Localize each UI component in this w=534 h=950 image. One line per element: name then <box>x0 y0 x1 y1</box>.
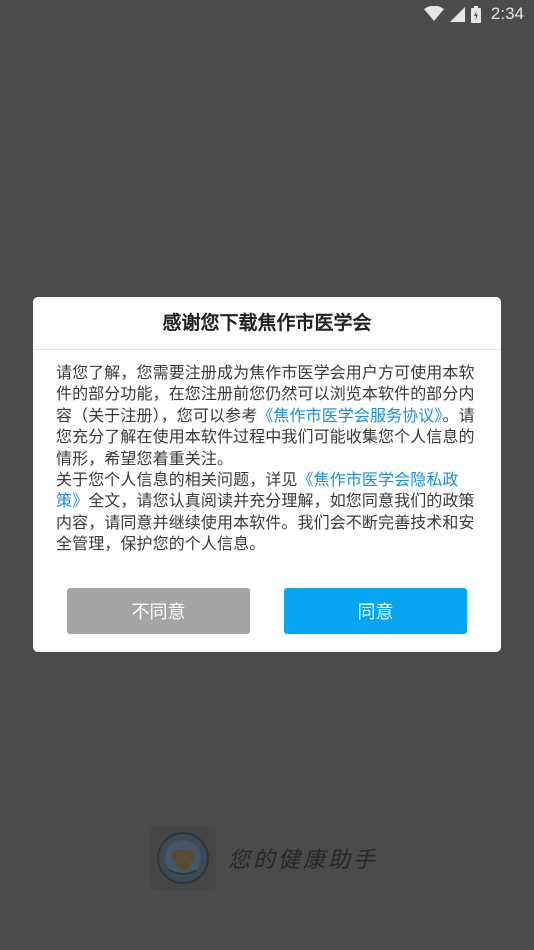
dialog-body: 请您了解，您需要注册成为焦作市医学会用户方可使用本软件的部分功能，在您注册前您仍… <box>33 350 501 555</box>
agree-button[interactable]: 同意 <box>284 588 467 634</box>
dialog-paragraph-2: 关于您个人信息的相关问题，详见《焦作市医学会隐私政策》全文，请您认真阅读并充分理… <box>56 469 479 555</box>
paragraph-2-text-before: 关于您个人信息的相关问题，详见 <box>56 470 298 490</box>
status-time: 2:34 <box>490 4 524 23</box>
dialog-paragraph-1: 请您了解，您需要注册成为焦作市医学会用户方可使用本软件的部分功能，在您注册前您仍… <box>56 362 479 469</box>
status-bar: 2:34 <box>0 0 534 28</box>
service-agreement-link[interactable]: 《焦作市医学会服务协议》 <box>257 406 442 425</box>
battery-icon <box>470 5 481 23</box>
paragraph-2-text-after: 全文，请您认真阅读并充分理解，如您同意我们的政策内容，请同意并继续使用本软件。我… <box>56 491 475 554</box>
cell-signal-icon <box>449 6 465 22</box>
dialog-title: 感谢您下载焦作市医学会 <box>33 297 501 350</box>
app-screen: 2:34 感谢您下载焦作市医学会 请您了解，您需要注册成为焦作市医学会用户方可使… <box>0 0 534 950</box>
disagree-button[interactable]: 不同意 <box>67 588 250 634</box>
brand-footer: 您的健康助手 <box>150 826 378 890</box>
dialog-buttons: 不同意 同意 <box>67 588 467 634</box>
medical-association-logo-icon <box>150 826 216 890</box>
brand-slogan: 您的健康助手 <box>228 848 379 873</box>
wifi-icon <box>423 6 444 22</box>
privacy-consent-dialog: 感谢您下载焦作市医学会 请您了解，您需要注册成为焦作市医学会用户方可使用本软件的… <box>33 297 501 652</box>
